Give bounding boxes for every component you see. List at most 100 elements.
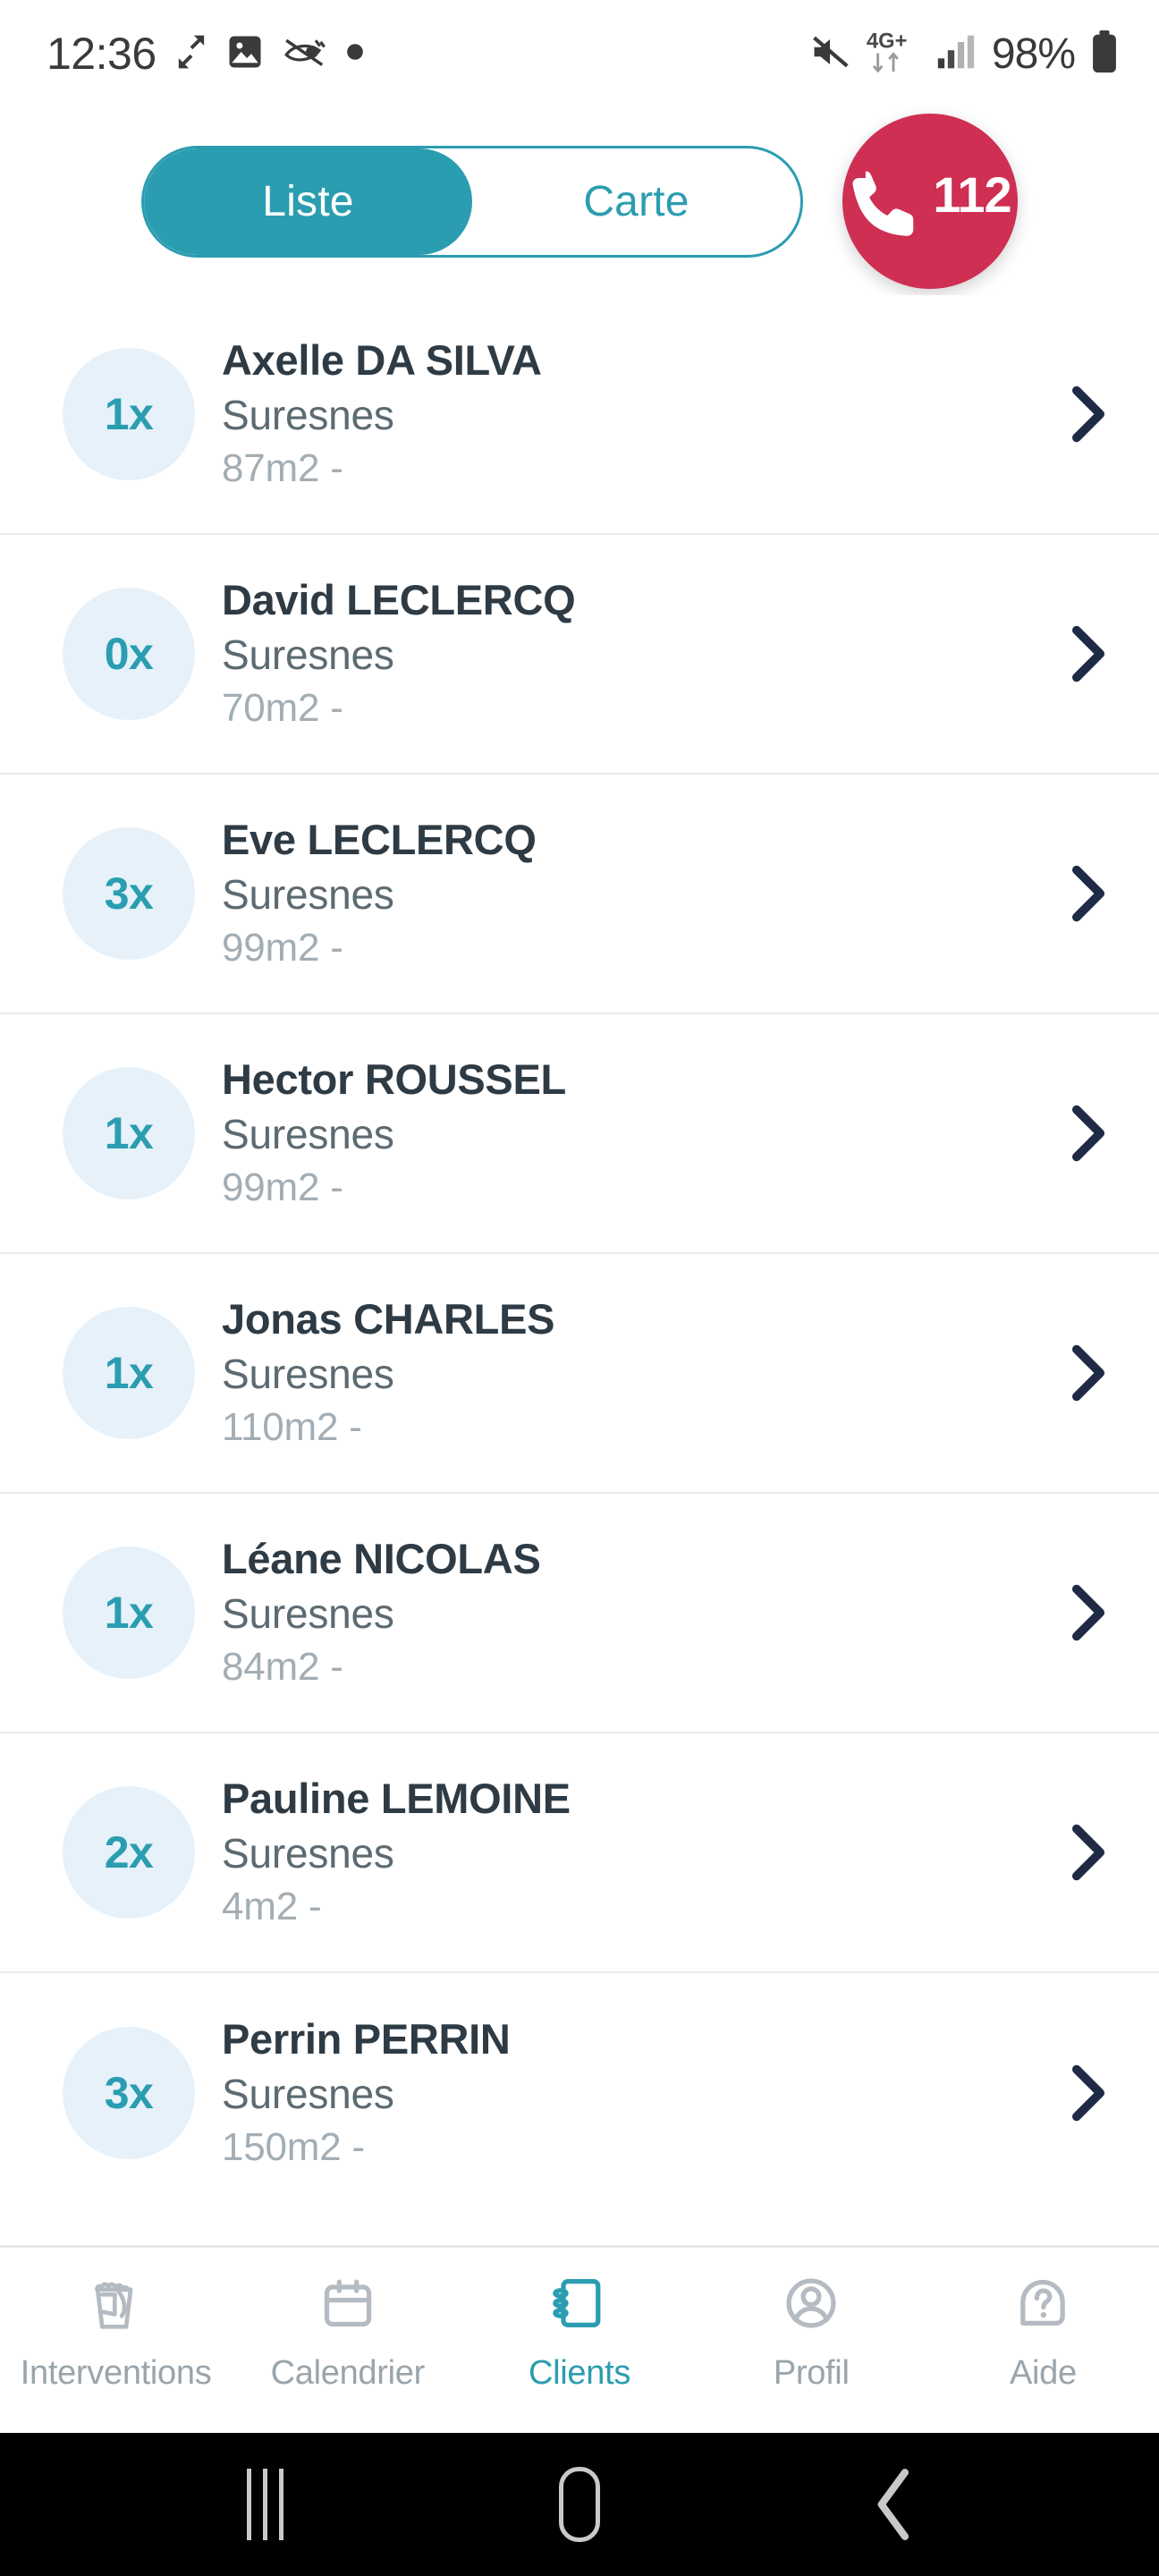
client-surface: 150m2 - (222, 2124, 366, 2169)
nav-item-profil[interactable]: Profil (696, 2271, 927, 2393)
user-circle-icon (779, 2271, 843, 2340)
client-list[interactable]: 1x Axelle DA SILVA Suresnes 87m2 - 0x Da… (0, 295, 1159, 2245)
bottom-navigation[interactable]: Interventions Calendrier Clients Profil … (0, 2245, 1159, 2433)
intervention-count-badge: 1x (63, 1067, 195, 1199)
table-row[interactable]: 0x David LECLERCQ Suresnes 70m2 - (0, 535, 1159, 775)
chevron-right-icon[interactable] (1046, 624, 1109, 683)
status-bar-right: 4G+ 98% (809, 29, 1118, 80)
svg-text:4G+: 4G+ (867, 30, 907, 53)
nav-label-clients: Clients (528, 2354, 631, 2392)
nav-label-profil: Profil (773, 2354, 850, 2392)
chevron-right-icon[interactable] (1046, 1583, 1109, 1642)
phone-icon (849, 157, 935, 247)
tab-liste[interactable]: Liste (144, 148, 472, 255)
chevron-right-icon[interactable] (1046, 864, 1109, 923)
chevron-right-icon[interactable] (1046, 2063, 1109, 2123)
intervention-count-label: 1x (104, 389, 154, 439)
intervention-count-label: 0x (104, 629, 154, 679)
back-icon[interactable] (823, 2433, 966, 2576)
intervention-count-badge: 1x (63, 1546, 195, 1679)
home-icon[interactable] (508, 2433, 651, 2576)
intervention-count-badge: 3x (63, 2027, 195, 2159)
signal-bars-icon (936, 33, 976, 75)
client-surface: 110m2 - (222, 1404, 362, 1449)
battery-percent-label: 98% (991, 30, 1076, 78)
client-surface: 87m2 - (222, 445, 343, 490)
battery-icon (1091, 30, 1118, 78)
table-row[interactable]: 1x Hector ROUSSEL Suresnes 99m2 - (0, 1014, 1159, 1254)
chevron-right-icon[interactable] (1046, 385, 1109, 444)
nav-item-aide[interactable]: Aide (927, 2271, 1159, 2393)
intervention-count-badge: 3x (63, 827, 195, 960)
phone-screen: 12:36 4G+ 98% Liste Carte 112 1x Axelle … (0, 0, 1159, 2576)
client-surface: 4m2 - (222, 1884, 322, 1928)
client-city: Suresnes (222, 870, 394, 918)
client-city: Suresnes (222, 631, 394, 678)
status-bar-left: 12:36 (47, 31, 364, 76)
image-icon (226, 33, 264, 75)
mute-icon (809, 33, 850, 75)
table-row[interactable]: 3x Eve LECLERCQ Suresnes 99m2 - (0, 775, 1159, 1014)
client-city: Suresnes (222, 2070, 394, 2117)
client-city: Suresnes (222, 1829, 394, 1877)
nav-label-calendrier: Calendrier (270, 2354, 426, 2392)
help-question-icon (1011, 2271, 1075, 2340)
view-toggle-header: Liste Carte 112 (0, 107, 1159, 295)
intervention-count-label: 3x (104, 2068, 154, 2118)
nav-item-clients[interactable]: Clients (463, 2271, 695, 2393)
address-book-icon (547, 2271, 612, 2340)
emergency-call-button[interactable]: 112 (842, 114, 1018, 289)
client-name: Hector ROUSSEL (222, 1055, 566, 1104)
client-info: Perrin PERRIN Suresnes 150m2 - (222, 2014, 1046, 2171)
intervention-count-label: 1x (104, 1108, 154, 1158)
chevron-right-icon[interactable] (1046, 1104, 1109, 1163)
client-info: Hector ROUSSEL Suresnes 99m2 - (222, 1055, 1046, 1211)
nav-item-interventions[interactable]: Interventions (0, 2271, 232, 2393)
expand-arrows-icon (176, 32, 207, 76)
client-surface: 99m2 - (222, 925, 343, 970)
intervention-count-badge: 1x (63, 1307, 195, 1439)
intervention-count-badge: 2x (63, 1786, 195, 1919)
recents-icon[interactable] (193, 2433, 336, 2576)
intervention-count-label: 1x (104, 1348, 154, 1398)
tab-carte[interactable]: Carte (472, 148, 800, 255)
table-row[interactable]: 1x Jonas CHARLES Suresnes 110m2 - (0, 1254, 1159, 1494)
client-name: David LECLERCQ (222, 576, 576, 624)
android-navigation-bar[interactable] (0, 2433, 1159, 2576)
table-row[interactable]: 3x Perrin PERRIN Suresnes 150m2 - (0, 1973, 1159, 2213)
view-segmented-control[interactable]: Liste Carte (141, 145, 803, 258)
client-city: Suresnes (222, 1350, 394, 1397)
client-name: Eve LECLERCQ (222, 816, 537, 864)
client-info: Jonas CHARLES Suresnes 110m2 - (222, 1294, 1046, 1451)
cleaning-bucket-icon (84, 2271, 148, 2340)
client-surface: 84m2 - (222, 1644, 343, 1689)
client-surface: 99m2 - (222, 1165, 343, 1209)
client-info: Pauline LEMOINE Suresnes 4m2 - (222, 1774, 1046, 1930)
nav-label-interventions: Interventions (20, 2354, 212, 2392)
client-city: Suresnes (222, 1110, 394, 1157)
intervention-count-label: 1x (104, 1588, 154, 1638)
network-4gplus-icon: 4G+ (867, 29, 920, 80)
intervention-count-badge: 1x (63, 348, 195, 480)
client-name: Axelle DA SILVA (222, 336, 542, 385)
table-row[interactable]: 1x Léane NICOLAS Suresnes 84m2 - (0, 1494, 1159, 1733)
nav-label-aide: Aide (1009, 2354, 1077, 2392)
client-info: Eve LECLERCQ Suresnes 99m2 - (222, 815, 1046, 971)
client-city: Suresnes (222, 1589, 394, 1637)
emergency-number-label: 112 (933, 165, 1011, 223)
dot-icon (346, 43, 364, 65)
client-name: Jonas CHARLES (222, 1295, 555, 1343)
client-name: Léane NICOLAS (222, 1535, 541, 1583)
table-row[interactable]: 1x Axelle DA SILVA Suresnes 87m2 - (0, 295, 1159, 535)
chevron-right-icon[interactable] (1046, 1343, 1109, 1402)
client-info: David LECLERCQ Suresnes 70m2 - (222, 575, 1046, 732)
intervention-count-label: 3x (104, 869, 154, 919)
status-bar-clock: 12:36 (47, 29, 157, 79)
status-bar: 12:36 4G+ 98% (0, 0, 1159, 107)
client-surface: 70m2 - (222, 685, 343, 730)
nav-item-calendrier[interactable]: Calendrier (232, 2271, 463, 2393)
chevron-right-icon[interactable] (1046, 1823, 1109, 1882)
client-name: Pauline LEMOINE (222, 1775, 571, 1823)
intervention-count-badge: 0x (63, 588, 195, 720)
table-row[interactable]: 2x Pauline LEMOINE Suresnes 4m2 - (0, 1733, 1159, 1973)
